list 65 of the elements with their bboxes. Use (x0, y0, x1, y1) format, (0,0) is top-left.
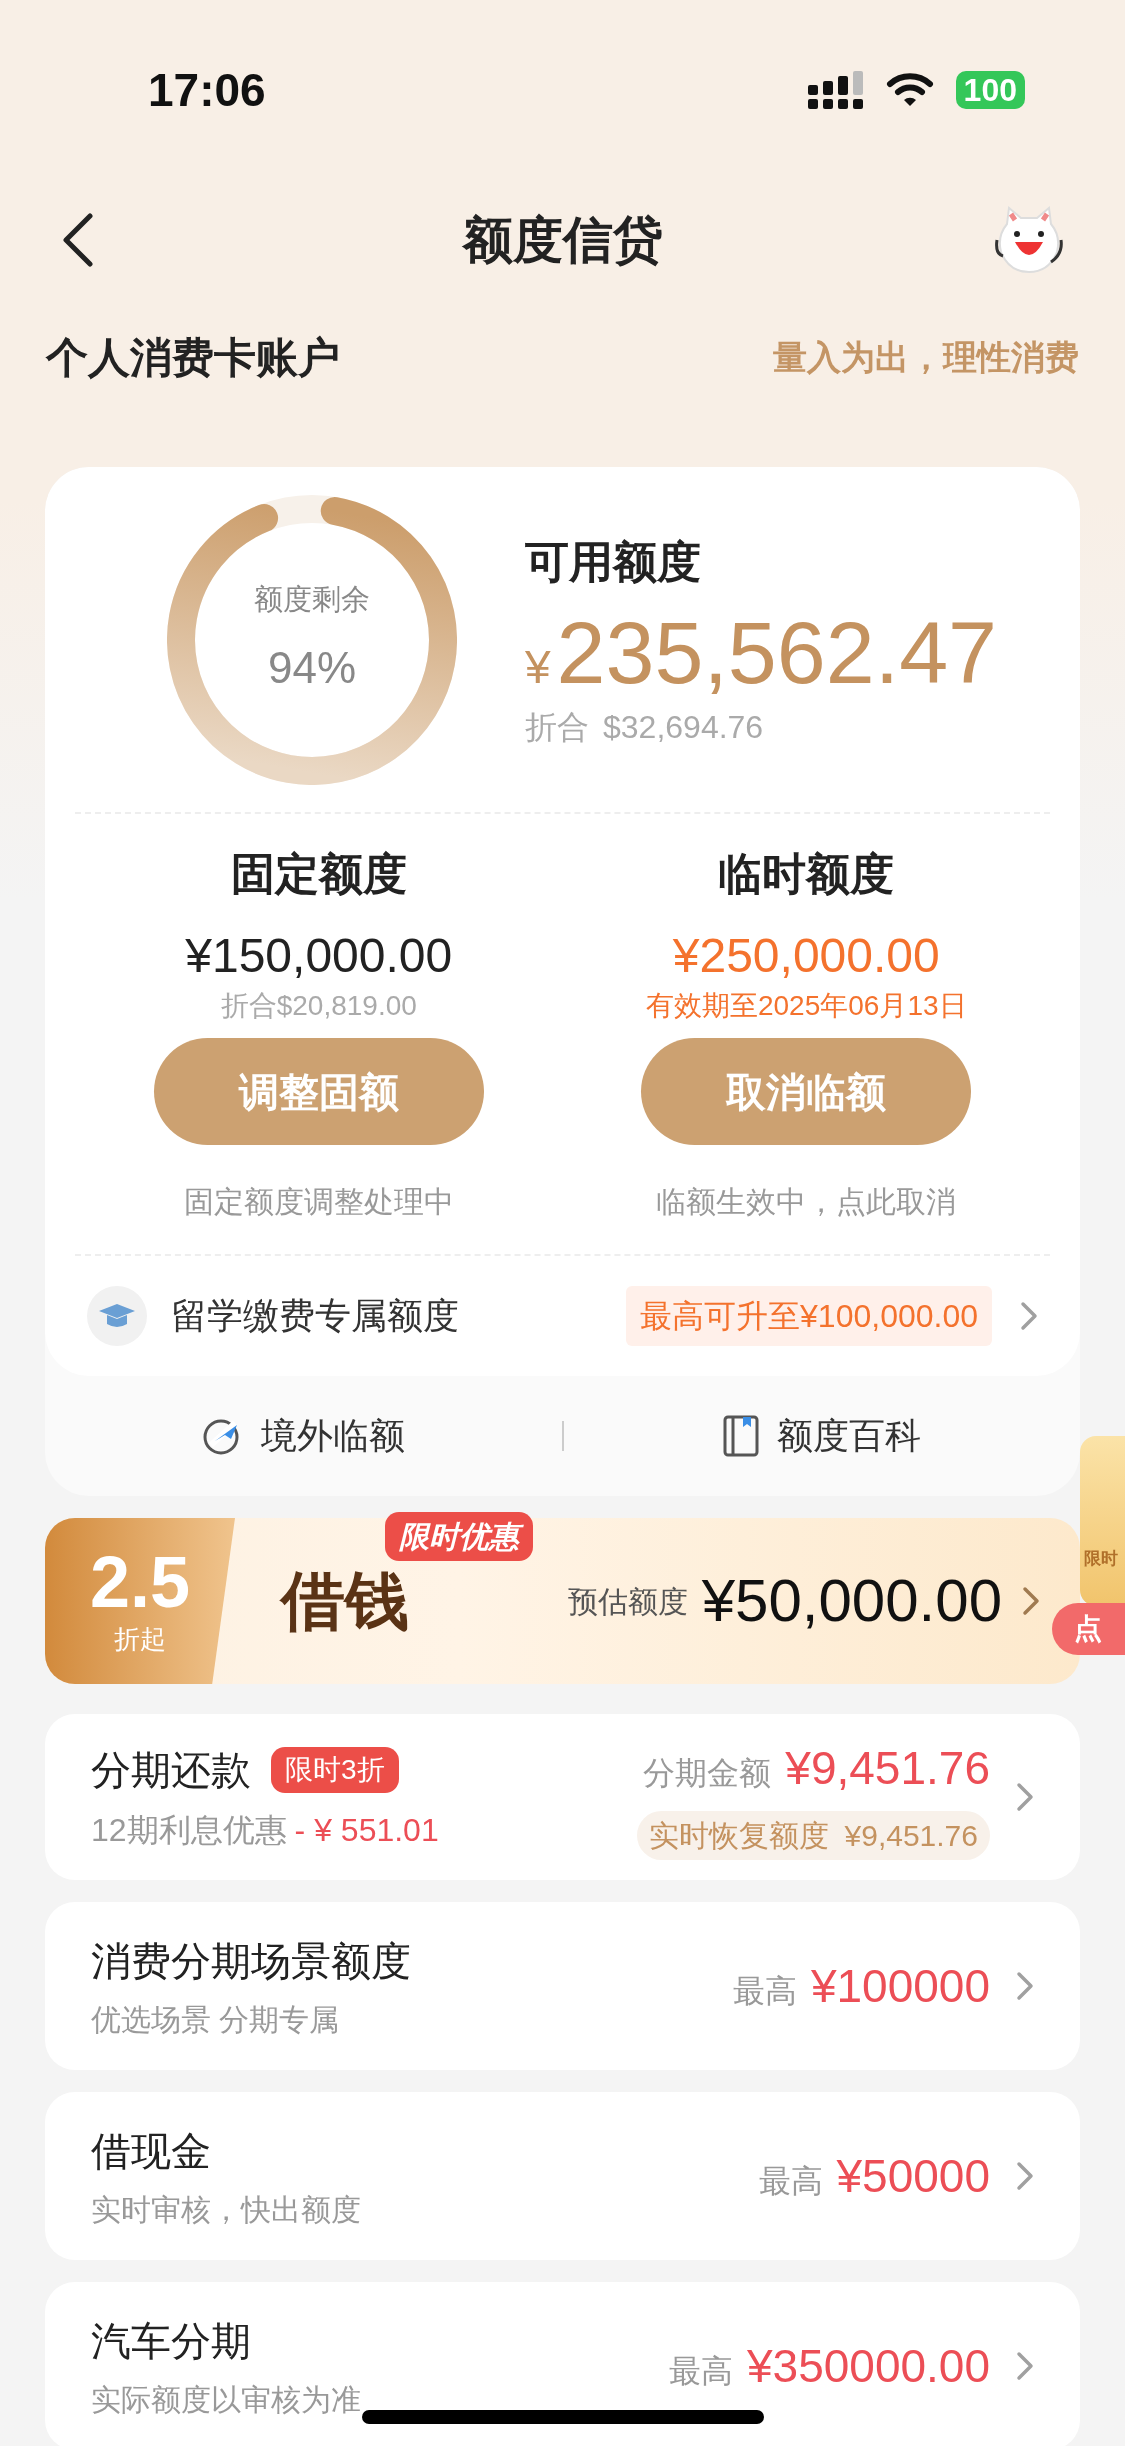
section-title: 个人消费卡账户 (46, 333, 340, 383)
loan-title: 借钱 (281, 1562, 409, 1640)
product-amount: ¥100000 (810, 1958, 990, 2014)
study-limit-label[interactable]: 留学缴费专属额度 (171, 1289, 459, 1343)
limit-title: 临时额度 (718, 848, 895, 900)
available-label: 可用额度 (525, 535, 702, 588)
footer-link[interactable]: 额度百科 (776, 1409, 921, 1463)
chevron-icon (1022, 1586, 1040, 1616)
limit-amount: ¥150,000.00 (185, 928, 453, 984)
promo-tag: 限时3折 (271, 1747, 399, 1793)
footer-link[interactable]: 境外临额 (261, 1409, 406, 1463)
product-subtitle: 实际额度以审核为准 (91, 2381, 361, 2418)
ring-percent: 94% (267, 642, 357, 695)
battery-level: 100 (955, 71, 1025, 109)
product-subtitle: 实时审核，快出额度 (91, 2191, 361, 2228)
max-label: 最高 (758, 2161, 823, 2201)
limit-detail: 折合$20,819.00 (220, 989, 417, 1023)
limit-title: 固定额度 (230, 848, 407, 900)
chevron-icon (1020, 1301, 1038, 1331)
installment-card[interactable]: 分期还款 限时3折 12期利息优惠 - ¥ 551.01 分期金额 ¥9,451.76 实时恢复额度 ¥9,451.76 (45, 1714, 1080, 1880)
converted-amount: $32,694.76 (603, 707, 764, 747)
product-title: 消费分期场景额度 (91, 1937, 411, 1985)
estimate-label: 预估额度 (567, 1583, 688, 1620)
installment-title: 分期还款 (91, 1747, 251, 1794)
max-label: 最高 (668, 2351, 733, 2391)
back-icon[interactable] (60, 212, 94, 268)
installment-subtitle: 12期利息优惠 (91, 1811, 287, 1850)
installment-amount: ¥9,451.76 (785, 1741, 990, 1796)
amount-label: 分期金额 (643, 1754, 772, 1793)
signal-icon (807, 71, 864, 109)
saving-amount: - ¥ 551.01 (294, 1811, 439, 1850)
currency-symbol: ¥ (525, 639, 551, 695)
product-card[interactable]: 消费分期场景额度 优选场景 分期专属 最高 ¥100000 (45, 1902, 1080, 2070)
status-time: 17:06 (148, 62, 266, 118)
discount-unit: 折起 (114, 1622, 166, 1656)
chevron-icon (1016, 1782, 1034, 1812)
chevron-icon (1016, 1971, 1034, 2001)
product-card[interactable]: 借现金 实时审核，快出额度 最高 ¥50000 (45, 2092, 1080, 2260)
product-subtitle: 优选场景 分期专属 (91, 2001, 341, 2038)
book-icon (722, 1415, 759, 1457)
product-card[interactable]: 汽车分期 实际额度以审核为准 最高 ¥350000.00 (45, 2282, 1080, 2446)
graduation-cap-icon (87, 1286, 147, 1346)
product-title: 汽车分期 (91, 2317, 252, 2365)
max-label: 最高 (732, 1971, 797, 2011)
restore-amount: ¥9,451.76 (844, 1818, 978, 1854)
converted-label: 折合 (525, 707, 589, 747)
limit-amount: ¥250,000.00 (672, 928, 940, 984)
ring-label: 额度剩余 (254, 581, 370, 617)
estimate-amount: ¥50,000.00 (701, 1566, 1002, 1636)
chevron-icon (1016, 2161, 1034, 2191)
available-amount: 235,562.47 (556, 602, 998, 703)
wifi-icon (885, 72, 934, 108)
widget-text: 限时 (1084, 1548, 1118, 1570)
product-amount: ¥350000.00 (746, 2338, 990, 2394)
limit-detail: 有效期至2025年06月13日 (645, 989, 967, 1023)
discount-value: 2.5 (89, 1543, 191, 1620)
upgrade-badge: 最高可升至¥100,000.00 (626, 1286, 992, 1346)
restore-label: 实时恢复额度 (648, 1818, 829, 1854)
mascot-icon[interactable] (993, 206, 1065, 274)
product-title: 借现金 (91, 2127, 212, 2175)
promo-tag: 限时优惠 (385, 1512, 533, 1561)
slogan-text: 量入为出，理性消费 (773, 337, 1079, 378)
page-title: 额度信贷 (462, 210, 663, 270)
chevron-icon (1016, 2351, 1034, 2381)
product-amount: ¥50000 (836, 2148, 990, 2204)
